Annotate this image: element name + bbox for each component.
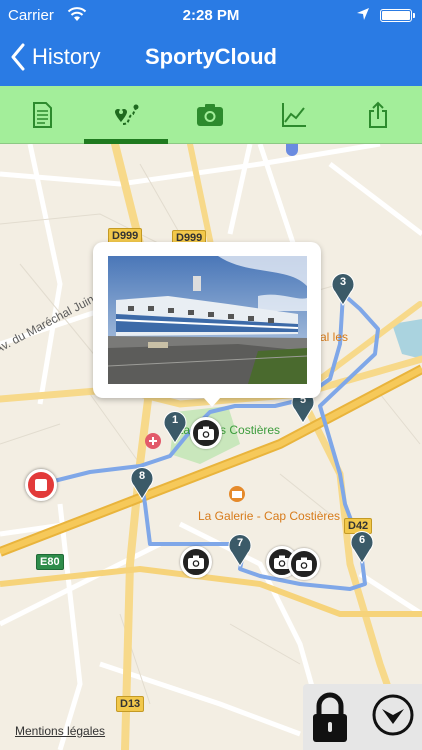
waypoint-marker[interactable]: 1: [162, 410, 188, 444]
photo-callout[interactable]: [93, 242, 321, 407]
map-controls: [303, 684, 422, 750]
page-title: SportyCloud: [145, 44, 277, 69]
tab-summary[interactable]: [0, 86, 84, 144]
top-bar: Carrier 2:28 PM History SportyCloud: [0, 0, 422, 86]
poi-label: al les: [320, 330, 349, 344]
route-icon: [115, 104, 139, 125]
battery-icon: [380, 9, 415, 22]
navigation-bar: History SportyCloud: [0, 30, 422, 86]
camera-icon: [296, 557, 312, 571]
mall-label: La Galerie - Cap Costières: [198, 509, 341, 523]
status-bar: Carrier 2:28 PM: [0, 0, 422, 30]
waypoint-marker[interactable]: 8: [129, 466, 155, 500]
compass-icon[interactable]: [371, 693, 415, 737]
photo-marker[interactable]: [288, 548, 320, 580]
waypoint-marker[interactable]: 7: [227, 533, 253, 567]
waypoint-marker[interactable]: 6: [349, 530, 375, 564]
waypoint-marker[interactable]: 3: [330, 272, 356, 306]
chart-icon: [282, 103, 306, 127]
stop-icon: [35, 479, 47, 491]
waypoint-number: 3: [339, 276, 347, 288]
photo-marker[interactable]: [190, 417, 222, 449]
camera-icon: [198, 426, 214, 440]
document-icon: [33, 102, 52, 128]
share-icon: [369, 101, 387, 128]
stop-marker[interactable]: [25, 469, 57, 501]
waypoint-number: 1: [171, 414, 179, 426]
lock-icon[interactable]: [309, 690, 351, 744]
waypoint-number: 8: [138, 470, 146, 482]
tab-photos[interactable]: [168, 86, 252, 144]
camera-icon: [197, 104, 223, 126]
tab-bar: [0, 86, 422, 144]
road-sign: E80: [36, 554, 64, 570]
photo-marker[interactable]: [180, 546, 212, 578]
waypoint-number: 6: [358, 534, 366, 546]
tab-route[interactable]: [84, 86, 168, 144]
route-map[interactable]: D999 D999 D42 E80 D13 Av. du Maréchal Ju…: [0, 144, 422, 750]
waypoint-number: 7: [236, 537, 244, 549]
tab-share[interactable]: [336, 86, 420, 144]
tab-stats[interactable]: [252, 86, 336, 144]
location-arrow-icon: [357, 8, 369, 20]
stadium-photo: [108, 256, 307, 384]
legal-notice-link[interactable]: Mentions légales: [15, 724, 105, 738]
road-sign: D13: [116, 696, 145, 712]
camera-icon: [188, 555, 204, 569]
